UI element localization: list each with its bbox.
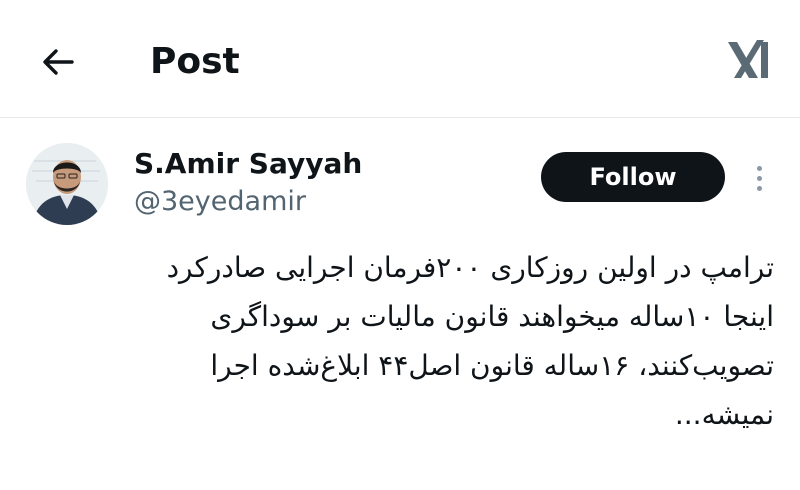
more-dot [756,165,762,171]
avatar-photo [26,143,108,225]
back-button[interactable] [36,40,80,84]
page-title: Post [150,41,240,82]
x-logo-icon[interactable] [724,36,772,84]
top-bar: Post [0,0,800,118]
avatar[interactable] [26,143,108,225]
post-text-line: تصویب‌کنند، ۱۶ساله قانون اصل۴۴ ابلاغ‌شده… [210,349,774,382]
author-name[interactable]: S.Amir Sayyah [134,146,362,182]
more-dot [756,175,762,181]
post-text-line: ترامپ در اولین روزکاری ۲۰۰فرمان اجرایی ص… [166,251,774,284]
post-text-line: اینجا ۱۰ساله میخواهند قانون مالیات بر سو… [210,300,774,333]
follow-button[interactable]: Follow [541,152,725,202]
author-handle[interactable]: @3eyedamir [134,184,306,220]
arrow-left-icon [43,49,74,75]
more-vertical-icon[interactable] [744,158,774,198]
post-text: ترامپ در اولین روزکاری ۲۰۰فرمان اجرایی ص… [54,243,774,439]
post-text-line: نمیشه... [674,398,774,431]
more-dot [756,185,762,191]
